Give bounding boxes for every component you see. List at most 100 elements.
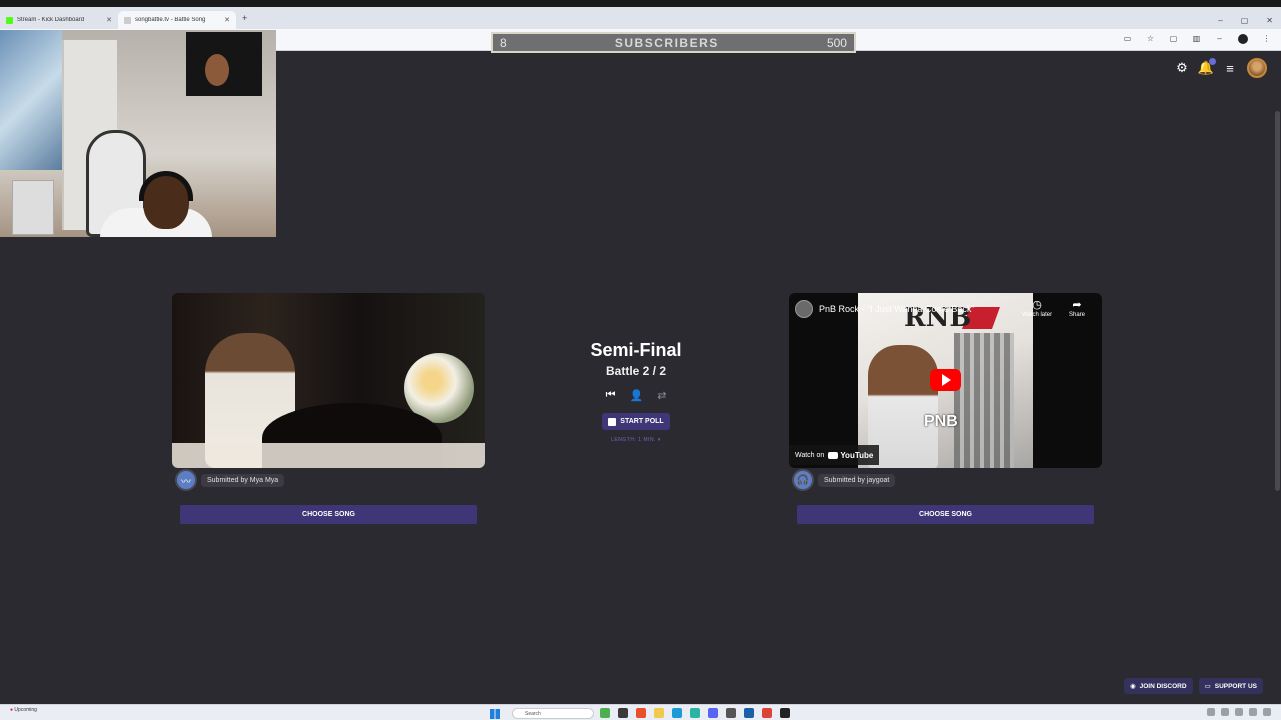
submitter-text: Submitted by Mya Mya	[201, 473, 285, 487]
close-window-button[interactable]: ✕	[1266, 16, 1273, 25]
round-title: Semi-Final	[590, 340, 682, 360]
tray-icon[interactable]	[1207, 708, 1215, 716]
maximize-button[interactable]: ▢	[1241, 16, 1249, 25]
tray-icon[interactable]	[1263, 708, 1271, 716]
battle-controls: ⏮ 👤 ⇄	[560, 389, 712, 402]
page-scrollbar[interactable]	[1273, 51, 1281, 704]
taskbar-search-input[interactable]: Search	[512, 708, 594, 719]
browser-icon[interactable]	[636, 708, 646, 718]
left-song-video[interactable]	[172, 293, 485, 468]
youtube-logo-icon: YouTube	[828, 451, 873, 460]
taskbar-apps	[600, 708, 790, 718]
system-tray	[1207, 708, 1271, 716]
menu-icon[interactable]: –	[1215, 34, 1224, 43]
webcam-headset	[139, 171, 193, 201]
close-icon[interactable]: ✕	[224, 16, 230, 24]
explorer-icon[interactable]	[654, 708, 664, 718]
window-controls: – ▢ ✕	[1218, 16, 1273, 25]
chrome-icon[interactable]	[762, 708, 772, 718]
poll-icon	[608, 417, 617, 426]
app-icon[interactable]	[744, 708, 754, 718]
footer-buttons: ◉ JOIN DISCORD ▭ SUPPORT US	[1123, 678, 1263, 694]
start-poll-label: START POLL	[620, 418, 664, 425]
windows-start-icon[interactable]	[490, 709, 500, 719]
join-discord-label: JOIN DISCORD	[1139, 682, 1187, 690]
browser-tabstrip: Stream - Kick Dashboard ✕ songbattle.tv …	[0, 7, 1281, 29]
notification-dot-icon: ●	[10, 707, 14, 713]
windows-taskbar: ● Upcoming Search	[0, 704, 1281, 720]
sidepanel-icon[interactable]: ▥	[1192, 34, 1201, 43]
tray-icon[interactable]	[1221, 708, 1229, 716]
share-button[interactable]: ➦ Share	[1069, 298, 1085, 318]
webcam-shelf	[12, 180, 54, 235]
discord-app-icon[interactable]	[708, 708, 718, 718]
cover-buildings	[954, 333, 1014, 468]
headphones-icon: 🎧	[792, 469, 814, 491]
tray-icon[interactable]	[1249, 708, 1257, 716]
folder-icon[interactable]	[618, 708, 628, 718]
minimize-button[interactable]: –	[1218, 16, 1222, 25]
app-icon[interactable]	[780, 708, 790, 718]
store-icon[interactable]	[690, 708, 700, 718]
tab-label: songbattle.tv - Battle Song	[135, 17, 206, 23]
kick-icon	[6, 16, 13, 24]
edge-icon[interactable]	[672, 708, 682, 718]
tab-battle-song[interactable]: songbattle.tv - Battle Song ✕	[118, 11, 236, 29]
left-choose-song-button[interactable]: CHOOSE SONG	[180, 505, 477, 524]
channel-avatar[interactable]	[795, 300, 813, 318]
watch-on-label: Watch on	[795, 451, 825, 459]
extension-icon[interactable]: ▢	[1169, 34, 1178, 43]
watch-on-youtube-link[interactable]: Watch on YouTube	[789, 445, 880, 465]
previous-icon[interactable]: ⏮	[606, 389, 616, 402]
poll-length-select[interactable]: LENGTH: 1 MIN. ▾	[560, 437, 712, 443]
user-icon[interactable]: 👤	[629, 389, 643, 402]
clock-icon: ◷	[1032, 299, 1042, 311]
subscriber-goal: 500	[826, 35, 847, 50]
user-avatar[interactable]	[1247, 58, 1267, 78]
right-song-youtube-embed[interactable]: RNB PNB PnB Rock - "I Just Wanna Come Ba…	[789, 293, 1102, 468]
webcam-window	[0, 30, 62, 170]
notification-badge	[1209, 58, 1216, 65]
top-edge	[0, 0, 1281, 7]
webcam-overlay	[0, 30, 276, 237]
cast-icon[interactable]: ▭	[1123, 34, 1132, 43]
app-icon[interactable]	[600, 708, 610, 718]
youtube-wordmark: YouTube	[840, 450, 874, 460]
tab-kick-dashboard[interactable]: Stream - Kick Dashboard ✕	[0, 11, 118, 29]
new-tab-button[interactable]: +	[242, 13, 247, 23]
settings-gear-icon[interactable]: ⚙	[1175, 60, 1189, 75]
battle-info: Semi-Final Battle 2 / 2 ⏮ 👤 ⇄ START POLL…	[560, 340, 712, 443]
webcam-poster-face	[205, 54, 229, 86]
discord-icon: ◉	[1129, 683, 1136, 690]
star-icon[interactable]: ☆	[1146, 34, 1155, 43]
watch-later-label: Watch later	[1022, 312, 1053, 318]
shuffle-icon[interactable]: ⇄	[657, 389, 666, 402]
subscriber-goal-bar: 8 SUBSCRIBERS 500	[491, 32, 856, 53]
profile-icon[interactable]	[1238, 34, 1248, 44]
taskbar-widget-label: Upcoming	[14, 707, 37, 713]
left-video-frame	[172, 293, 485, 468]
start-poll-button[interactable]: START POLL	[602, 413, 670, 430]
video-table	[172, 443, 485, 468]
left-submitter: 〰 Submitted by Mya Mya	[175, 469, 285, 491]
more-icon[interactable]: ⋮	[1262, 34, 1271, 43]
scrollbar-thumb[interactable]	[1275, 111, 1280, 491]
tray-icon[interactable]	[1235, 708, 1243, 716]
app-icon[interactable]	[726, 708, 736, 718]
youtube-title-bar[interactable]: PnB Rock - "I Just Wanna Come Back"	[795, 300, 975, 318]
taskbar-widget[interactable]: ● Upcoming	[10, 707, 37, 713]
watch-later-button[interactable]: ◷ Watch later	[1022, 298, 1052, 318]
battle-counter: Battle 2 / 2	[605, 364, 667, 378]
close-icon[interactable]: ✕	[106, 16, 112, 24]
support-us-label: SUPPORT US	[1214, 682, 1257, 690]
share-label: Share	[1069, 312, 1086, 318]
notification-bell-icon[interactable]: 🔔	[1198, 58, 1216, 75]
youtube-play-button[interactable]	[930, 369, 961, 391]
join-discord-button[interactable]: ◉ JOIN DISCORD	[1123, 678, 1193, 694]
support-us-button[interactable]: ▭ SUPPORT US	[1198, 678, 1263, 694]
right-submitter: 🎧 Submitted by jaygoat	[792, 469, 896, 491]
cover-subtitle: PNB	[924, 413, 958, 430]
video-title[interactable]: PnB Rock - "I Just Wanna Come Back"	[819, 304, 975, 314]
hamburger-menu-icon[interactable]: ≡	[1223, 61, 1237, 76]
right-choose-song-button[interactable]: CHOOSE SONG	[797, 505, 1094, 524]
